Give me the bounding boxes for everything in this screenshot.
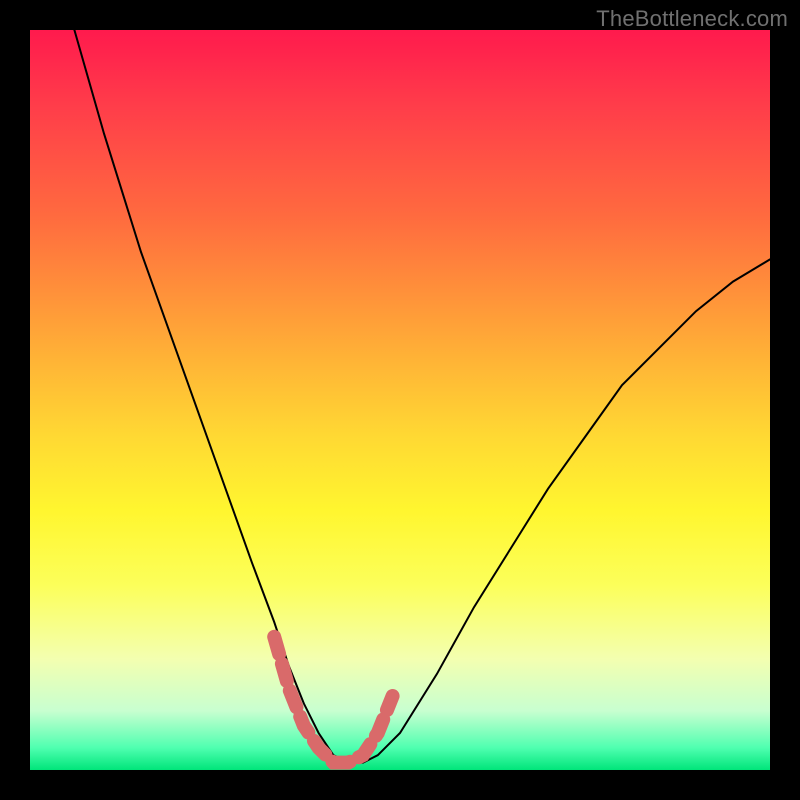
chart-frame: TheBottleneck.com xyxy=(0,0,800,800)
bottleneck-curve xyxy=(74,30,770,763)
minimum-band-highlight xyxy=(274,637,392,763)
plot-area xyxy=(30,30,770,770)
chart-svg xyxy=(30,30,770,770)
watermark-text: TheBottleneck.com xyxy=(596,6,788,32)
